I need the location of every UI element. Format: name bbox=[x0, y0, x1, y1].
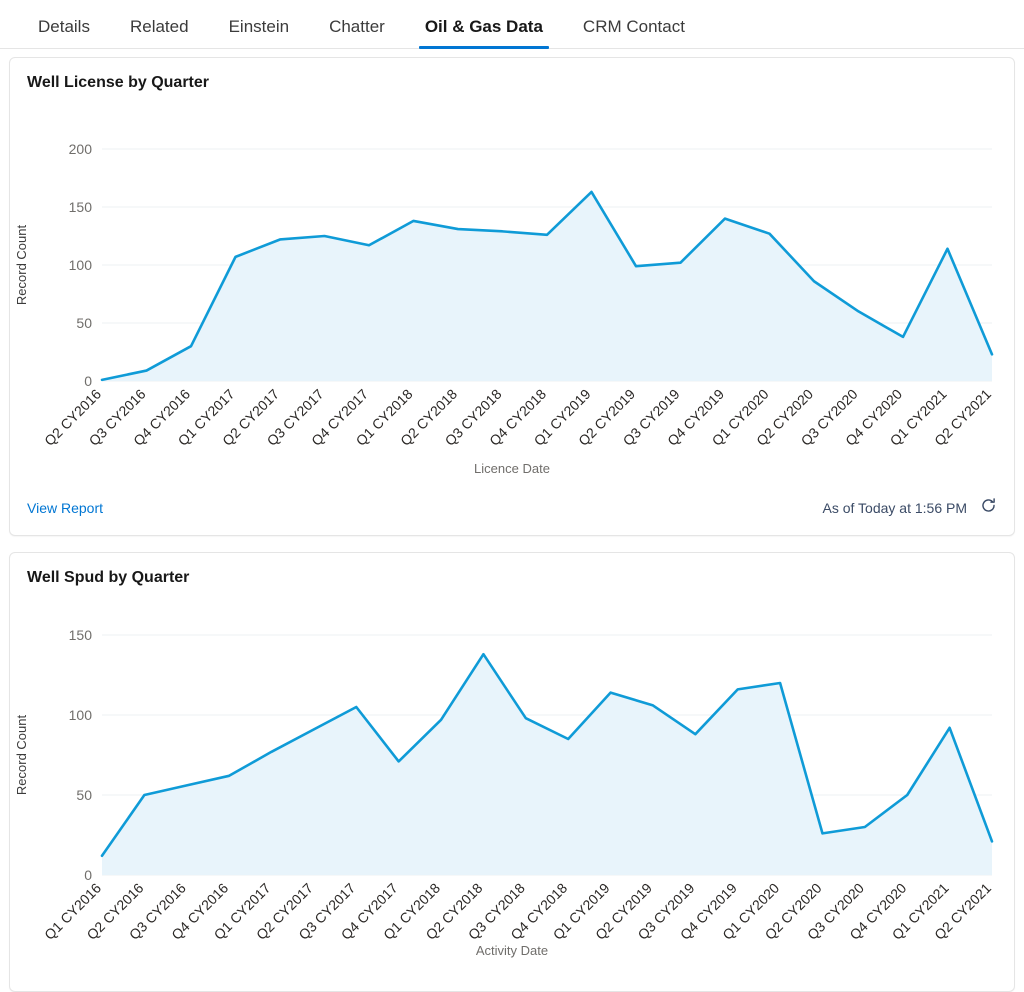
tab-label: Einstein bbox=[228, 17, 290, 36]
x-axis-title: Activity Date bbox=[475, 943, 549, 958]
card-footer: View Report As of Today at 1:56 PM bbox=[10, 481, 1014, 535]
as-of-timestamp: As of Today at 1:56 PM bbox=[822, 500, 968, 516]
tab-label: Related bbox=[129, 17, 189, 36]
card-title: Well License by Quarter bbox=[27, 74, 209, 91]
tab-label: Details bbox=[38, 17, 90, 36]
y-axis-tick-label: 200 bbox=[69, 141, 93, 157]
tab-label: Oil & Gas Data bbox=[424, 17, 543, 36]
tab-details[interactable]: Details bbox=[18, 18, 110, 48]
card-well-license-by-quarter: Well License by Quarter 0 50 100 150 200 Q2 C… bbox=[9, 57, 1015, 536]
refresh-group: As of Today at 1:56 PM bbox=[823, 497, 998, 519]
refresh-icon[interactable] bbox=[980, 497, 997, 519]
x-axis-title: Licence Date bbox=[474, 461, 550, 476]
tab-oil-and-gas-data[interactable]: Oil & Gas Data bbox=[405, 17, 563, 49]
series-area-fill bbox=[102, 654, 992, 875]
chart-well-spud: 0 50 100 150 Q1 CY2016 Q2 CY2016 Q3 CY2016 Q4 C… bbox=[10, 587, 1014, 942]
chart-canvas: 050100150200Q2 CY2016Q3 CY2016Q4 CY2016Q… bbox=[14, 141, 994, 449]
tab-crm-contact[interactable]: CRM Contact bbox=[563, 18, 705, 48]
y-axis-tick-label: 150 bbox=[69, 199, 93, 215]
y-axis-title: Record Count bbox=[14, 225, 29, 306]
y-axis-tick-label: 50 bbox=[76, 315, 92, 331]
y-axis-tick-label: 100 bbox=[69, 257, 93, 273]
series-area-fill bbox=[102, 191, 992, 381]
y-axis-tick-label: 50 bbox=[76, 787, 92, 803]
y-axis-title: Record Count bbox=[14, 715, 29, 796]
tab-label: CRM Contact bbox=[582, 17, 685, 36]
tab-related[interactable]: Related bbox=[110, 18, 209, 48]
chart-canvas: 050100150Q1 CY2016Q2 CY2016Q3 CY2016Q4 C… bbox=[14, 627, 994, 942]
card-well-spud-by-quarter: Well Spud by Quarter 0 50 100 150 Q1 CY2016 Q… bbox=[9, 552, 1015, 992]
card-title: Well Spud by Quarter bbox=[27, 569, 190, 586]
tab-einstein[interactable]: Einstein bbox=[209, 18, 309, 48]
chart-well-license: 0 50 100 150 200 Q2 CY2016 Q3 CY2016 Q4 CY2016 Q… bbox=[10, 92, 1014, 492]
tab-bar: Details Related Einstein Chatter Oil & G… bbox=[0, 0, 1024, 49]
tab-chatter[interactable]: Chatter bbox=[309, 18, 405, 48]
y-axis-tick-label: 100 bbox=[69, 707, 93, 723]
y-axis-tick-label: 150 bbox=[69, 627, 93, 643]
tab-label: Chatter bbox=[329, 17, 385, 36]
view-report-link[interactable]: View Report bbox=[27, 500, 103, 516]
